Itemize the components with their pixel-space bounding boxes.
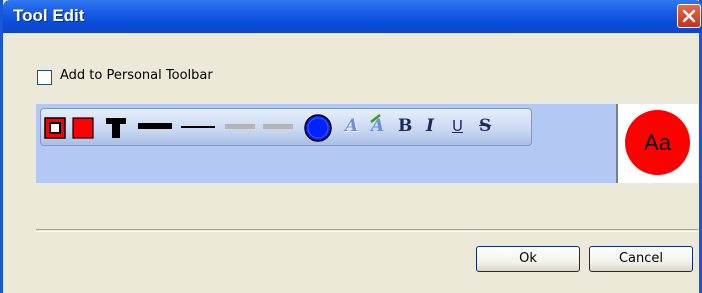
- text-style-A-icon[interactable]: A: [345, 116, 358, 136]
- gray-thin-line-icon[interactable]: [263, 122, 299, 132]
- filled-square-icon[interactable]: [72, 117, 94, 139]
- style-toolbar: A A B I U S: [40, 108, 532, 146]
- close-button[interactable]: [677, 4, 701, 28]
- tool-edit-dialog: Tool Edit Add to Personal Toolbar A A B …: [0, 0, 702, 293]
- dialog-separator: [36, 229, 698, 232]
- bold-icon[interactable]: B: [398, 116, 412, 136]
- green-arrow-icon: [370, 114, 381, 123]
- style-preview: Aa: [618, 104, 698, 183]
- thin-line-icon[interactable]: [181, 123, 217, 131]
- cancel-button[interactable]: Cancel: [589, 246, 693, 272]
- title-bar[interactable]: Tool Edit: [3, 0, 702, 33]
- blue-circle-icon[interactable]: [303, 111, 333, 143]
- preview-circle: Aa: [625, 110, 690, 175]
- underline-icon[interactable]: U: [452, 117, 463, 135]
- close-icon: [682, 9, 696, 23]
- strikethrough-icon[interactable]: S: [479, 116, 491, 136]
- add-to-personal-toolbar-label[interactable]: Add to Personal Toolbar: [60, 68, 213, 83]
- gray-thick-line-icon[interactable]: [225, 122, 261, 132]
- ok-button[interactable]: Ok: [476, 246, 580, 272]
- text-T-icon[interactable]: [105, 117, 127, 139]
- preview-text: Aa: [644, 130, 671, 155]
- outlined-square-icon[interactable]: [44, 117, 66, 139]
- add-to-personal-toolbar-checkbox[interactable]: [37, 70, 52, 85]
- italic-icon[interactable]: I: [426, 116, 434, 136]
- window-title: Tool Edit: [13, 6, 85, 25]
- thick-line-icon[interactable]: [138, 122, 174, 132]
